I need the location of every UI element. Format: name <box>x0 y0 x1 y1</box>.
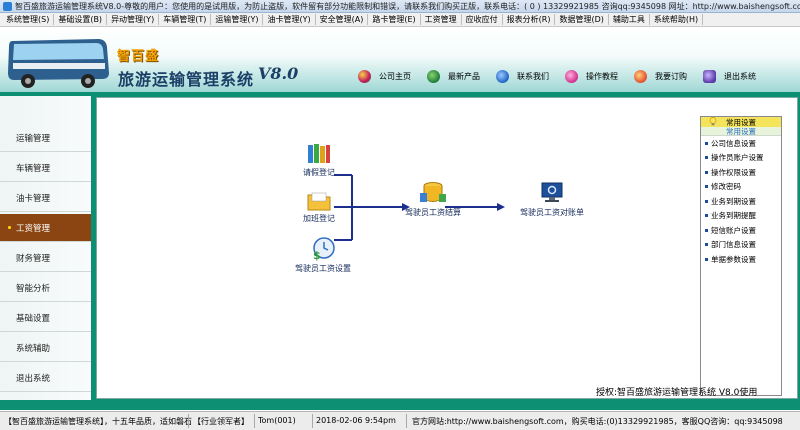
bullet-icon <box>705 170 708 174</box>
status-website: 官方网站:http://www.baishengsoft.com，购买电话:(0… <box>412 417 783 426</box>
status-bar: 【智百盛旅游运输管理系统】，十五年品质，适如磐石 【行业领军者】 Tom(001… <box>0 411 800 430</box>
bullet-icon <box>705 185 708 189</box>
sidebar-item-wages[interactable]: 工资管理 <box>0 214 91 242</box>
bullet-icon <box>705 257 708 261</box>
panel-subheader: 常用设置 <box>701 127 781 136</box>
product-icon <box>427 69 440 83</box>
settings-expiry-reminder[interactable]: 业务到期提醒 <box>701 209 781 224</box>
window-title: 智百盛旅游运输管理系统V8.0-尊敬的用户：您使用的是试用版，为防止盗版，软件留… <box>15 1 800 11</box>
menu-tools[interactable]: 辅助工具 <box>609 14 650 25</box>
binders-icon <box>308 144 330 163</box>
sidebar-item-fuel-card[interactable]: 油卡管理 <box>0 184 91 212</box>
menu-receivables[interactable]: 应收应付 <box>462 14 503 25</box>
menu-reports[interactable]: 报表分析(R) <box>503 14 556 25</box>
menu-data[interactable]: 数据管理(D) <box>555 14 609 25</box>
status-user: Tom(001) <box>258 416 296 425</box>
status-app: 【智百盛旅游运输管理系统】，十五年品质，适如磐石 <box>4 417 192 426</box>
bullet-icon <box>705 214 708 218</box>
flow-overtime-registration[interactable]: 加班登记 <box>303 191 335 224</box>
lightbulb-icon <box>709 117 717 126</box>
top-links: 公司主页 最新产品 联系我们 操作教程 我要订购 退出系统 <box>358 67 772 85</box>
status-separator <box>254 414 255 428</box>
status-datetime: 2018-02-06 9:54pm <box>316 416 396 425</box>
menu-safety[interactable]: 安全管理(A) <box>316 14 369 25</box>
menu-help[interactable]: 系统帮助(H) <box>650 14 704 25</box>
menu-system[interactable]: 系统管理(S) <box>2 14 55 25</box>
sidebar-item-analysis[interactable]: 智能分析 <box>0 274 91 302</box>
settings-sms-account[interactable]: 短信账户设置 <box>701 223 781 238</box>
settings-operator-account[interactable]: 操作员账户设置 <box>701 151 781 166</box>
sidebar-item-assist[interactable]: 系统辅助 <box>0 334 91 362</box>
sidebar: 运输管理 车辆管理 油卡管理 工资管理 财务管理 智能分析 基础设置 系统辅助 … <box>0 96 91 400</box>
status-separator <box>312 414 313 428</box>
version-label: V8.0 <box>258 64 299 83</box>
settings-company-info[interactable]: 公司信息设置 <box>701 136 781 151</box>
main-panel <box>96 97 798 399</box>
title-bar: 智百盛旅游运输管理系统V8.0-尊敬的用户：您使用的是试用版，为防止盗版，软件留… <box>0 0 800 13</box>
link-tutorial[interactable]: 操作教程 <box>565 69 618 83</box>
menu-wages[interactable]: 工资管理 <box>421 14 462 25</box>
bullet-icon <box>705 141 708 145</box>
settings-change-password[interactable]: 修改密码 <box>701 180 781 195</box>
settings-business-expiry[interactable]: 业务到期设置 <box>701 194 781 209</box>
link-exit[interactable]: 退出系统 <box>703 69 756 83</box>
bullet-icon <box>705 156 708 160</box>
menu-fuel-card[interactable]: 油卡管理(Y) <box>263 14 316 25</box>
status-separator <box>406 414 407 428</box>
sidebar-item-finance[interactable]: 财务管理 <box>0 244 91 272</box>
flow-driver-wage-statement[interactable]: 驾驶员工资对账单 <box>520 181 584 218</box>
system-name: 旅游运输管理系统 <box>118 70 255 89</box>
status-separator <box>188 414 189 428</box>
menu-transport[interactable]: 运输管理(Y) <box>211 14 264 25</box>
link-products[interactable]: 最新产品 <box>427 69 480 83</box>
contact-icon <box>496 69 509 83</box>
bullet-icon <box>705 228 708 232</box>
folder-icon <box>307 192 331 211</box>
menu-vehicles[interactable]: 车辆管理(T) <box>159 14 212 25</box>
order-icon <box>634 69 647 83</box>
menu-road-card[interactable]: 路卡管理(E) <box>368 14 421 25</box>
monitor-gear-icon <box>541 182 563 202</box>
bullet-icon <box>705 199 708 203</box>
sidebar-item-transport[interactable]: 运输管理 <box>0 124 91 152</box>
svg-text:$: $ <box>313 249 321 261</box>
link-home[interactable]: 公司主页 <box>358 69 411 83</box>
flow-driver-wage-setting[interactable]: $ 驾驶员工资设置 <box>295 237 351 274</box>
tutorial-icon <box>565 69 578 83</box>
database-icon <box>420 182 446 202</box>
menu-basic-settings[interactable]: 基础设置(B) <box>54 14 108 25</box>
brand-name: 智百盛 <box>117 49 160 64</box>
bus-logo-icon <box>8 39 109 88</box>
settings-document-params[interactable]: 单据参数设置 <box>701 252 781 267</box>
flow-leave-registration[interactable]: 请假登记 <box>303 143 335 178</box>
exit-icon <box>703 69 716 83</box>
link-order[interactable]: 我要订购 <box>634 69 687 83</box>
license-text: 授权:智百盛旅游运输管理系统 V8.0使用 <box>596 388 758 398</box>
settings-department-info[interactable]: 部门信息设置 <box>701 238 781 253</box>
bullet-icon <box>705 243 708 247</box>
menu-changes[interactable]: 异动管理(Y) <box>107 14 160 25</box>
flow-driver-wage-settlement[interactable]: 驾驶员工资结算 <box>405 181 461 218</box>
clock-money-icon: $ <box>313 237 335 261</box>
globe-icon <box>358 69 371 83</box>
sidebar-item-exit[interactable]: 退出系统 <box>0 364 91 392</box>
menu-bar: 系统管理(S) 基础设置(B) 异动管理(Y) 车辆管理(T) 运输管理(Y) … <box>0 13 800 27</box>
app-icon <box>3 1 12 11</box>
status-industry: 【行业领军者】 <box>193 417 249 426</box>
panel-header: 常用设置 <box>701 117 781 127</box>
sidebar-item-basic-settings[interactable]: 基础设置 <box>0 304 91 332</box>
settings-operator-permission[interactable]: 操作权限设置 <box>701 165 781 180</box>
common-settings-panel: 常用设置 常用设置 公司信息设置 操作员账户设置 操作权限设置 修改密码 业务到… <box>700 116 782 396</box>
sidebar-item-vehicles[interactable]: 车辆管理 <box>0 154 91 182</box>
active-bullet-icon <box>8 226 11 229</box>
link-contact[interactable]: 联系我们 <box>496 69 549 83</box>
